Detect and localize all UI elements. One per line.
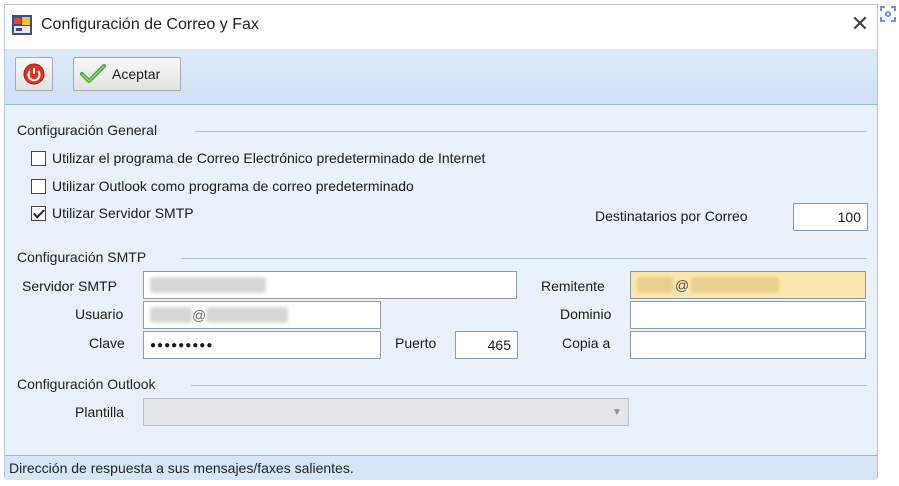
password-label: Clave [89,335,125,351]
general-group-title: Configuración General [17,122,158,138]
title-bar: Configuración de Correo y Fax ✕ [5,5,877,50]
copy-input[interactable] [630,331,866,359]
port-value: 465 [487,337,511,353]
outlook-option[interactable]: Utilizar Outlook como programa de correo… [31,178,414,194]
exit-button[interactable] [15,57,53,91]
smtp-option-label: Utilizar Servidor SMTP [52,205,194,221]
recipients-value: 100 [837,209,861,225]
user-redacted-name [150,307,192,323]
status-text: Dirección de respuesta a sus mensajes/fa… [9,460,354,476]
outlook-checkbox[interactable] [31,178,46,194]
template-select[interactable]: ▼ [143,398,629,426]
user-redacted-domain [206,307,289,323]
sender-at: @ [675,277,690,293]
sender-label: Remitente [541,278,605,294]
window-title: Configuración de Correo y Fax [41,16,259,33]
power-icon [23,63,45,85]
scan-icon[interactable] [880,6,896,22]
user-label: Usuario [75,306,124,322]
copy-label: Copia a [562,335,611,351]
port-label: Puerto [395,335,437,351]
sender-redacted-name [637,277,673,293]
outlook-group-divider [191,385,867,386]
toolbar: Aceptar [5,50,877,105]
close-icon[interactable]: ✕ [849,13,871,37]
template-label: Plantilla [75,404,125,420]
domain-label: Dominio [560,306,612,322]
domain-input[interactable] [630,301,866,329]
outlook-group-title: Configuración Outlook [17,376,156,392]
user-at: @ [192,307,207,323]
checkmark-icon [80,64,106,83]
app-icon [12,15,32,35]
recipients-label: Destinatarios por Correo [595,208,748,224]
server-redacted-value [150,277,266,293]
smtp-group-divider [181,258,867,259]
password-input[interactable]: ●●●●●●●●● [143,331,381,359]
outlook-option-label: Utilizar Outlook como programa de correo… [52,178,414,194]
default-client-label: Utilizar el programa de Correo Electróni… [52,150,486,166]
default-client-checkbox[interactable] [31,150,46,166]
general-group-divider [195,131,867,132]
server-label: Servidor SMTP [22,278,117,294]
dialog-window: Configuración de Correo y Fax ✕ Aceptar … [4,4,878,480]
chevron-down-icon[interactable]: ▼ [606,399,628,425]
sender-redacted-domain [691,277,780,293]
user-input[interactable]: @ [143,301,381,329]
accept-button[interactable]: Aceptar [73,57,181,91]
default-client-option[interactable]: Utilizar el programa de Correo Electróni… [31,150,485,166]
smtp-option[interactable]: Utilizar Servidor SMTP [31,205,194,221]
server-input[interactable] [143,271,517,299]
smtp-checkbox[interactable] [31,205,46,221]
accept-label: Aceptar [112,66,161,82]
sender-input[interactable]: @ [630,271,866,299]
password-value: ●●●●●●●●● [150,339,214,351]
recipients-input[interactable]: 100 [793,203,868,231]
status-bar: Dirección de respuesta a sus mensajes/fa… [5,455,877,480]
smtp-group-title: Configuración SMTP [17,249,147,265]
port-input[interactable]: 465 [455,331,518,359]
